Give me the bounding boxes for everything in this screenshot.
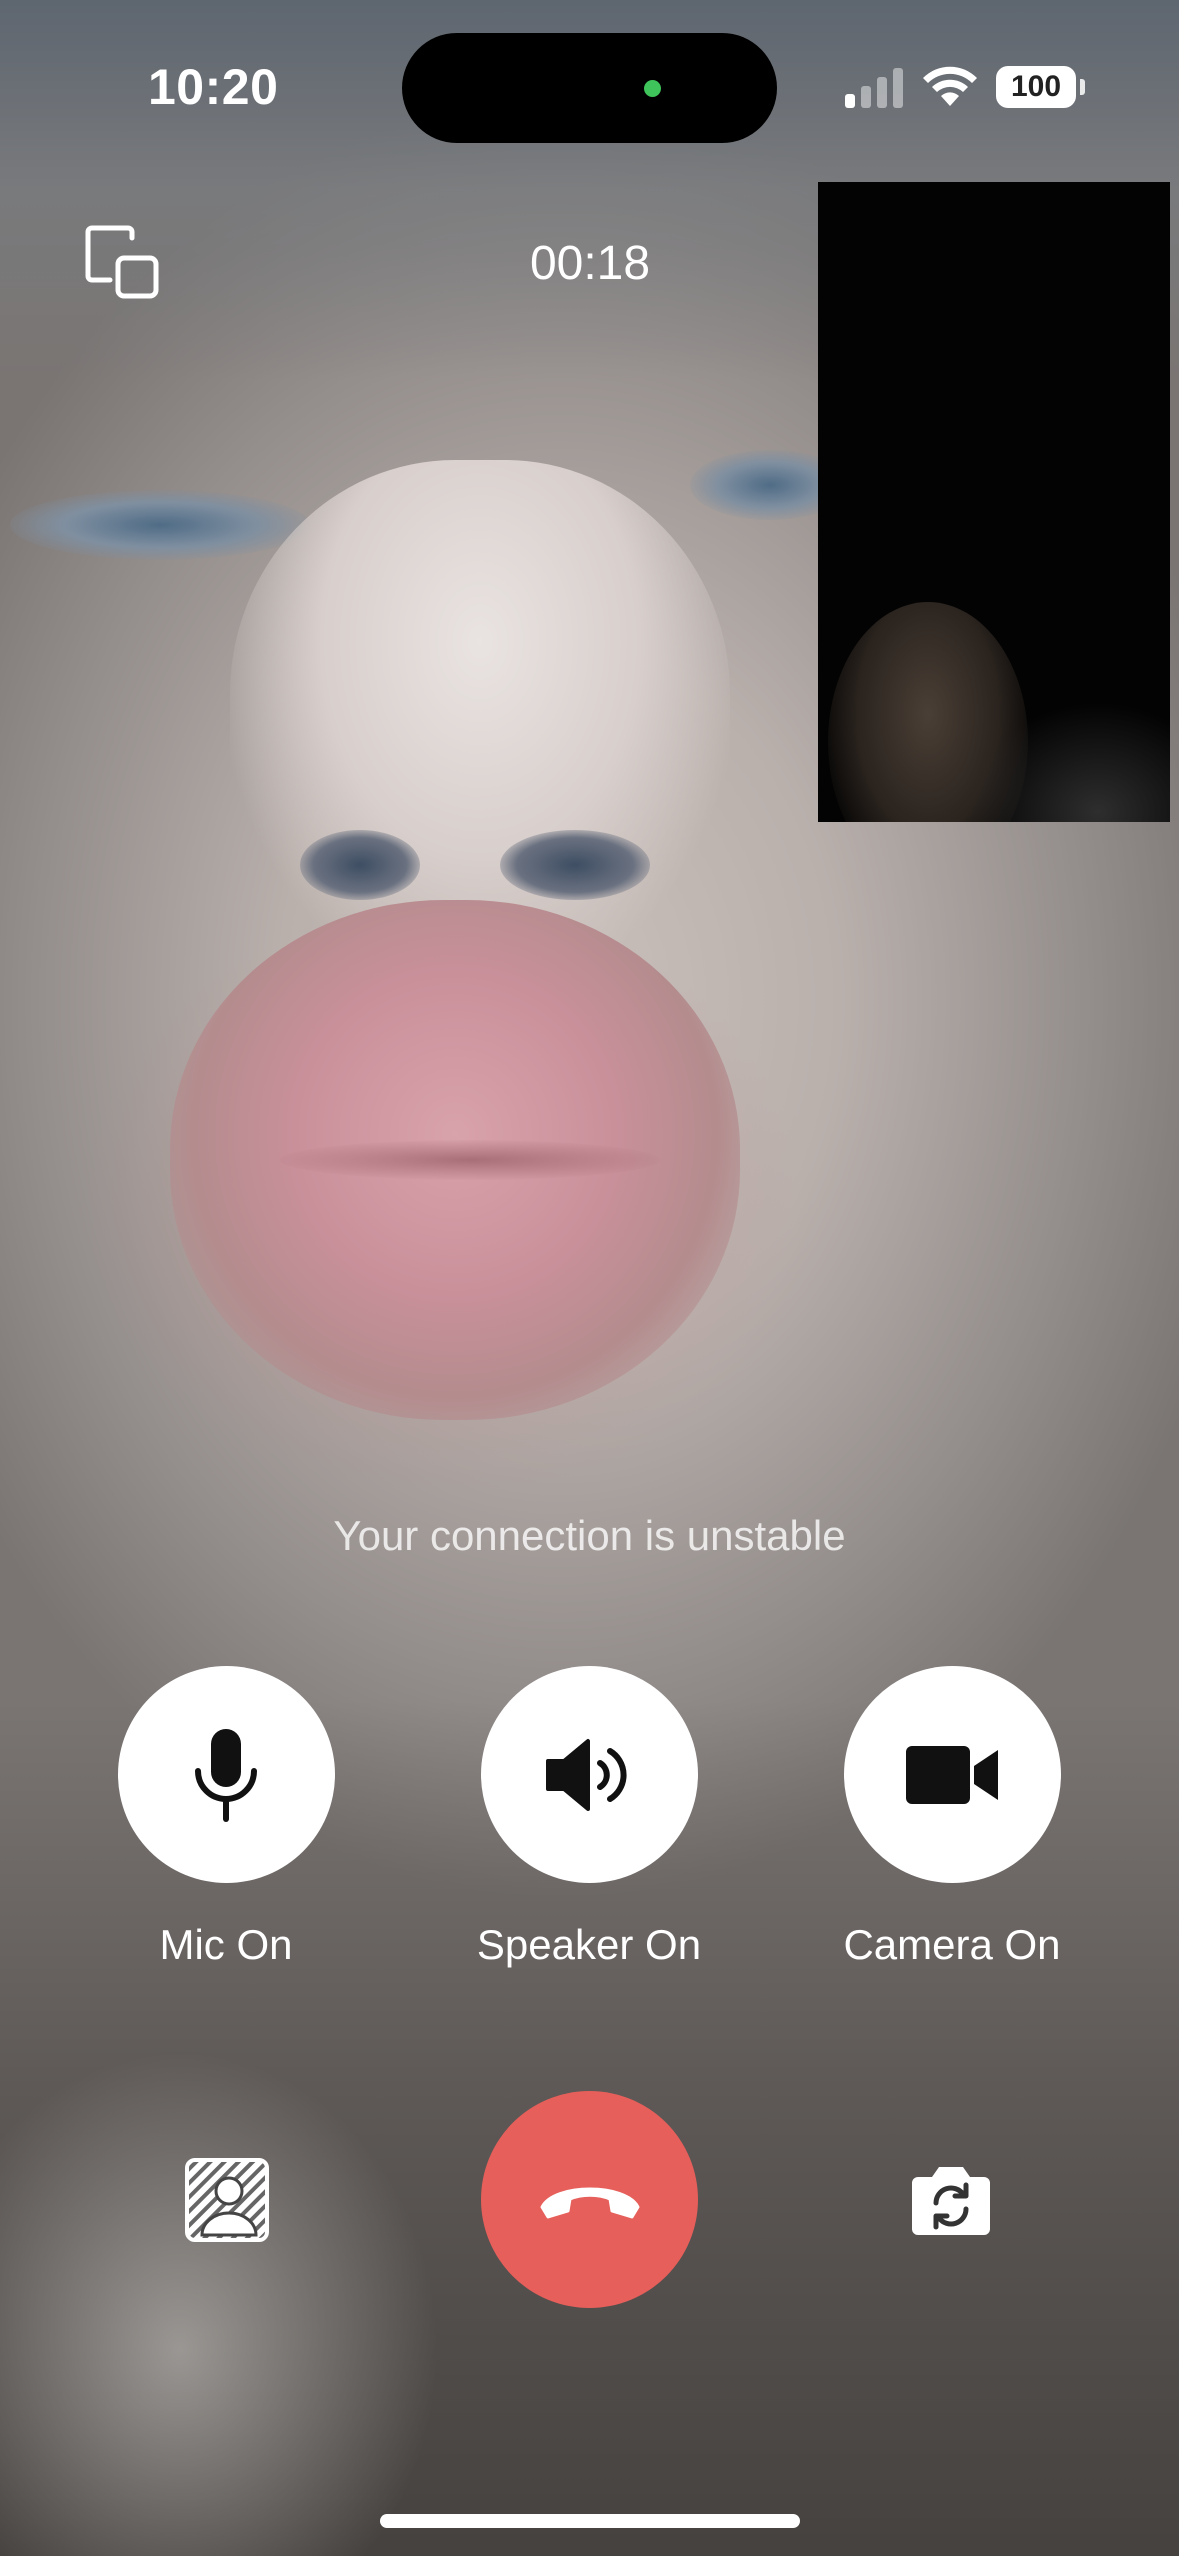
local-video-preview[interactable] — [818, 182, 1170, 822]
camera-toggle[interactable]: Camera On — [802, 1666, 1102, 1969]
home-indicator[interactable] — [380, 2514, 800, 2528]
microphone-icon — [195, 1728, 257, 1822]
mic-label: Mic On — [159, 1921, 293, 1968]
connection-status-message: Your connection is unstable — [333, 1512, 846, 1559]
mic-button[interactable] — [117, 1666, 335, 1883]
camera-in-use-indicator — [644, 80, 661, 97]
flip-camera-icon[interactable] — [908, 2165, 994, 2237]
status-time: 10:20 — [148, 59, 279, 115]
signal-icon — [845, 68, 903, 108]
background-blur-icon[interactable] — [184, 2157, 270, 2243]
battery-icon: 100 — [996, 66, 1085, 108]
mic-toggle[interactable]: Mic On — [76, 1666, 376, 1969]
video-nostril-left — [300, 830, 420, 900]
dynamic-island — [402, 33, 777, 143]
speaker-icon — [546, 1738, 627, 1811]
speaker-label: Speaker On — [476, 1921, 702, 1968]
video-lips-line — [280, 1140, 660, 1180]
picture-in-picture-icon[interactable] — [84, 224, 160, 300]
call-timer: 00:18 — [529, 237, 651, 290]
camera-label: Camera On — [843, 1921, 1061, 1968]
wifi-icon — [923, 66, 977, 106]
speaker-button[interactable] — [480, 1666, 698, 1883]
end-call-icon — [540, 2187, 639, 2218]
video-eye-left — [10, 490, 310, 560]
camera-button[interactable] — [843, 1666, 1061, 1883]
video-camera-icon — [906, 1745, 998, 1804]
video-nostril-right — [500, 830, 650, 900]
end-call-button[interactable] — [481, 2091, 698, 2308]
speaker-toggle[interactable]: Speaker On — [439, 1666, 739, 1969]
